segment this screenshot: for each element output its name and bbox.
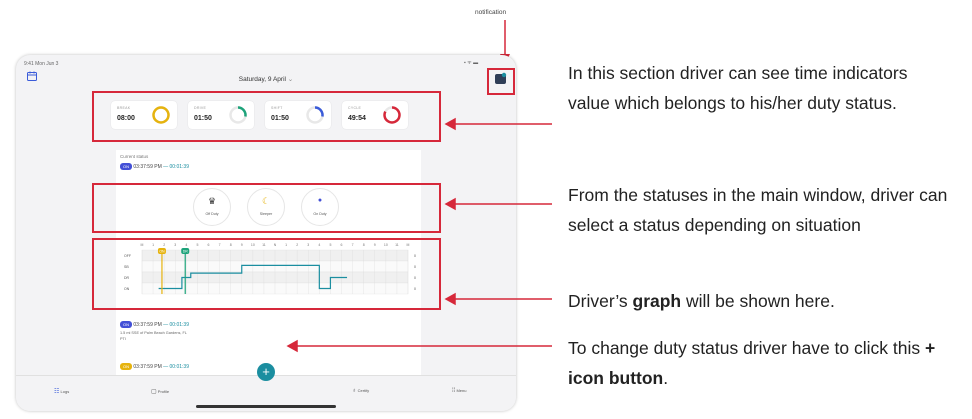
button-annotation-suffix: . (663, 368, 669, 388)
graph-annotation-bold: graph (632, 291, 682, 311)
time-indicators-annotation: In this section driver can see time indi… (568, 63, 908, 113)
button-annotation-prefix: To change duty status driver have to cli… (568, 338, 925, 358)
graph-annotation: Driver’s graph will be shown here. (568, 286, 968, 316)
statuses-annotation: From the statuses in the main window, dr… (568, 185, 948, 235)
graph-annotation-prefix: Driver’s (568, 291, 633, 311)
button-annotation: To change duty status driver have to cli… (568, 333, 968, 393)
graph-annotation-suffix: will be shown here. (681, 291, 835, 311)
